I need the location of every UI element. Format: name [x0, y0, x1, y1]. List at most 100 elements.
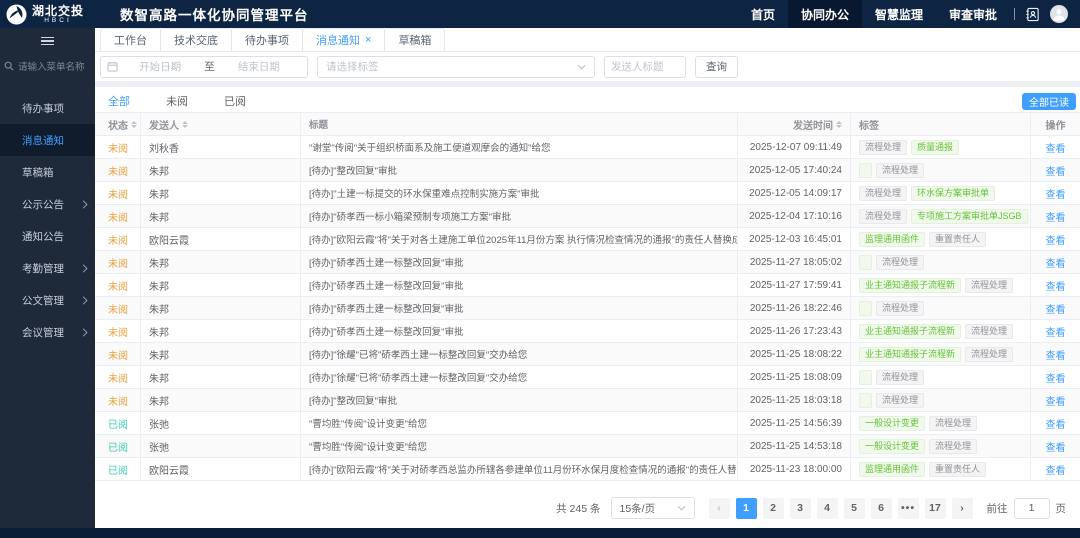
view-link[interactable]: 查看 [1046, 163, 1066, 178]
column-header-time[interactable]: 发送时间 [737, 113, 850, 135]
view-link[interactable]: 查看 [1046, 416, 1066, 431]
app: 湖北交投 HBCI 数智高路一体化协同管理平台 首页协同办公智慧监理审查审批 [0, 0, 1080, 538]
filter-bar: 开始日期 至 结束日期 请选择标签 查询 [95, 52, 1080, 81]
mark-all-read-button[interactable]: 全部已读 [1022, 93, 1076, 110]
sidebar-collapse-button[interactable] [0, 28, 95, 54]
logo-icon [6, 4, 27, 25]
sender-cell: 张弛 [140, 435, 300, 457]
title-cell: [待办]"硚孝西一标小箱梁预制专项施工方案"审批 [300, 205, 737, 227]
content-tab[interactable]: 待办事项 [231, 28, 303, 51]
prev-page-button[interactable]: ‹ [709, 498, 730, 519]
content-tab[interactable]: 消息通知 × [302, 28, 385, 51]
tag: 流程处理 [965, 324, 1013, 339]
sidebar-item[interactable]: 公文管理 [0, 284, 95, 316]
status-badge: 未阅 [108, 163, 128, 178]
date-end-placeholder: 结束日期 [217, 59, 301, 74]
date-separator: 至 [202, 59, 217, 74]
top-nav-item[interactable]: 首页 [738, 0, 788, 28]
tag: 一般设计变更 [859, 439, 925, 454]
page-button[interactable]: 17 [925, 498, 946, 519]
sender-cell: 朱邦 [140, 389, 300, 411]
search-button[interactable]: 查询 [695, 56, 738, 78]
keyword-input[interactable] [604, 56, 686, 78]
sidebar-item[interactable]: 通知公告 [0, 220, 95, 252]
date-range-picker[interactable]: 开始日期 至 结束日期 [100, 56, 308, 78]
sidebar-item[interactable]: 考勤管理 [0, 252, 95, 284]
page-button[interactable]: 5 [844, 498, 865, 519]
view-link[interactable]: 查看 [1046, 393, 1066, 408]
view-link[interactable]: 查看 [1046, 301, 1066, 316]
tag: 环水保方案审批单 [911, 186, 995, 201]
date-start-placeholder: 开始日期 [118, 59, 202, 74]
sidebar-item[interactable]: 消息通知 [0, 124, 95, 156]
view-link[interactable]: 查看 [1046, 232, 1066, 247]
sidebar-item[interactable]: 会议管理 [0, 316, 95, 348]
view-link[interactable]: 查看 [1046, 209, 1066, 224]
sort-icon[interactable] [131, 121, 137, 128]
content-tab[interactable]: 工作台 [100, 28, 161, 51]
read-filter-tab[interactable]: 已阅 [224, 96, 246, 108]
tag: 重置责任人 [929, 232, 986, 247]
time-cell: 2025-11-27 17:59:41 [737, 274, 850, 296]
view-link[interactable]: 查看 [1046, 462, 1066, 477]
content-tab[interactable]: 技术交底 [160, 28, 232, 51]
sort-icon[interactable] [836, 121, 842, 128]
tags-cell: 流程处理环水保方案审批单 [850, 182, 1030, 204]
time-cell: 2025-12-05 17:40:24 [737, 159, 850, 181]
page-size-select[interactable]: 15条/页 [611, 497, 695, 519]
top-nav: 首页协同办公智慧监理审查审批 [738, 0, 1010, 28]
view-link[interactable]: 查看 [1046, 278, 1066, 293]
tag: 监理通用函件 [859, 462, 925, 477]
top-nav-item[interactable]: 智慧监理 [862, 0, 936, 28]
page-button[interactable]: ••• [898, 498, 919, 519]
table-row: 未阅 朱邦 [待办]"土建一标提交的环水保重难点控制实施方案"审批 2025-1… [95, 182, 1080, 205]
tag [859, 301, 872, 316]
title-cell: [待办]"整改回复"审批 [300, 159, 737, 181]
tag: 一般设计变更 [859, 416, 925, 431]
view-link[interactable]: 查看 [1046, 347, 1066, 362]
read-filter-tab[interactable]: 未阅 [166, 96, 188, 108]
view-link[interactable]: 查看 [1046, 370, 1066, 385]
tags-cell: 业主通知通报子流程新流程处理 [850, 320, 1030, 342]
content-tab[interactable]: 草稿箱 [384, 28, 445, 51]
view-link[interactable]: 查看 [1046, 186, 1066, 201]
view-link[interactable]: 查看 [1046, 324, 1066, 339]
column-header-status[interactable]: 状态 [95, 113, 140, 135]
chevron-down-icon [577, 64, 586, 70]
page-button[interactable]: 6 [871, 498, 892, 519]
tab-close-icon[interactable]: × [365, 35, 371, 46]
goto-page-input[interactable] [1014, 498, 1050, 519]
column-header-sender[interactable]: 发送人 [140, 113, 300, 135]
contacts-book-icon[interactable] [1025, 7, 1040, 22]
column-header-title: 标题 [300, 113, 737, 135]
status-badge: 已阅 [108, 439, 128, 454]
next-page-button[interactable]: › [952, 498, 973, 519]
tag-select[interactable]: 请选择标签 [317, 56, 595, 78]
sort-icon[interactable] [182, 121, 188, 128]
page-button[interactable]: 1 [736, 498, 757, 519]
user-avatar[interactable] [1050, 5, 1068, 23]
view-link[interactable]: 查看 [1046, 140, 1066, 155]
page-button[interactable]: 3 [790, 498, 811, 519]
view-link[interactable]: 查看 [1046, 255, 1066, 270]
read-filter-row: 全部 未阅 已阅 全部已读 [95, 87, 1080, 112]
menu-search-input[interactable]: 请输入菜单名称 [0, 54, 95, 78]
sender-cell: 朱邦 [140, 366, 300, 388]
top-nav-item[interactable]: 审查审批 [936, 0, 1010, 28]
tags-cell: 业主通知通报子流程新流程处理 [850, 343, 1030, 365]
page-button[interactable]: 4 [817, 498, 838, 519]
chevron-right-icon [82, 264, 88, 273]
sender-cell: 欧阳云霞 [140, 458, 300, 480]
sidebar-item[interactable]: 待办事项 [0, 92, 95, 124]
menu-search-placeholder: 请输入菜单名称 [18, 59, 85, 73]
top-nav-item[interactable]: 协同办公 [788, 0, 862, 28]
read-filter-tab[interactable]: 全部 [108, 96, 130, 108]
chevron-right-icon [82, 296, 88, 305]
sidebar-item[interactable]: 公示公告 [0, 188, 95, 220]
sidebar-item[interactable]: 草稿箱 [0, 156, 95, 188]
table-row: 已阅 张弛 "曹均胜"传阅"设计变更"给您 2025-11-25 14:53:1… [95, 435, 1080, 458]
table-row: 已阅 张弛 "曹均胜"传阅"设计变更"给您 2025-11-25 14:56:3… [95, 412, 1080, 435]
view-link[interactable]: 查看 [1046, 439, 1066, 454]
table-row: 未阅 朱邦 [待办]"硚孝西土建一标整改回复"审批 2025-11-26 17:… [95, 320, 1080, 343]
page-button[interactable]: 2 [763, 498, 784, 519]
